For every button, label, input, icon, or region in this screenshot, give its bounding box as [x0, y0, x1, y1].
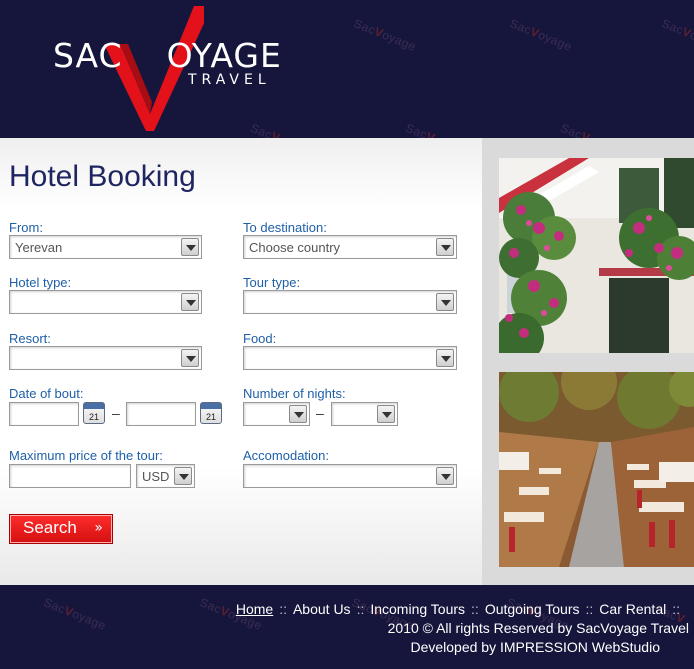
resort-select[interactable] [9, 346, 202, 370]
watermark-logo: SacV [558, 120, 593, 138]
hotel-type-select[interactable] [9, 290, 202, 314]
page-title: Hotel Booking [9, 160, 196, 193]
search-button-label: Search [23, 518, 77, 537]
nav-separator: :: [279, 601, 287, 617]
from-select[interactable]: Yerevan [9, 235, 202, 259]
chevron-down-icon[interactable] [181, 238, 199, 256]
logo-tagline: TRAVEL [188, 72, 271, 88]
resort-label: Resort: [9, 331, 51, 346]
nav-separator: :: [585, 601, 594, 617]
date-of-bout-label: Date of bout: [9, 386, 84, 401]
to-destination-select[interactable]: Choose country [243, 235, 457, 259]
from-label: From: [9, 220, 43, 235]
logo-wordmark: SAC OYAGE [53, 36, 282, 75]
watermark-logo: SacVoyage [351, 16, 419, 54]
copyright-text: 2010 © All rights Reserved by SacVoyage … [387, 620, 689, 636]
site-footer: SacVoyage SacVoyage SacVoyage SacVoyage … [0, 585, 694, 669]
calendar-icon[interactable]: 21 [83, 402, 105, 424]
watermark-logo: SacVoyage [41, 595, 109, 633]
booking-section: Hotel Booking From: Yerevan To destinati… [0, 138, 694, 585]
nav-separator: :: [672, 601, 680, 617]
chevron-down-icon[interactable] [436, 293, 454, 311]
to-destination-select-value: Choose country [249, 240, 341, 255]
nights-to-select[interactable] [331, 402, 398, 426]
chevron-down-icon[interactable] [181, 349, 199, 367]
footer-link-home[interactable]: Home [236, 601, 273, 617]
accomodation-select[interactable] [243, 464, 457, 488]
site-logo[interactable]: SAC OYAGE TRAVEL [50, 6, 282, 131]
footer-link-car-rental[interactable]: Car Rental [599, 601, 666, 617]
tour-type-label: Tour type: [243, 275, 301, 290]
footer-nav: Home:: About Us:: Incoming Tours:: Outgoing… [236, 601, 686, 617]
footer-link-about-us[interactable]: About Us [293, 601, 351, 617]
date-range-dash: – [112, 405, 120, 421]
watermark-logo: SacVoyage [659, 16, 694, 54]
food-label: Food: [243, 331, 277, 346]
chevron-down-icon[interactable] [436, 467, 454, 485]
hotel-photo-villa [499, 158, 694, 353]
chevron-down-icon[interactable] [174, 467, 192, 485]
hotel-booking-form: Hotel Booking From: Yerevan To destinati… [0, 138, 482, 585]
tour-type-select[interactable] [243, 290, 457, 314]
nav-separator: :: [356, 601, 365, 617]
watermark-logo: SacVoyage [507, 16, 575, 54]
to-destination-label: To destination: [243, 220, 327, 235]
nights-range-dash: – [316, 405, 324, 421]
max-price-label: Maximum price of the tour: [9, 448, 163, 463]
nav-separator: :: [471, 601, 479, 617]
site-header: SacVoyage SacVoyage SacVoyage SacV SacV … [0, 0, 694, 138]
date-to-input[interactable] [126, 402, 196, 426]
currency-select-value: USD [142, 469, 170, 484]
calendar-icon[interactable]: 21 [200, 402, 222, 424]
footer-link-incoming-tours[interactable]: Incoming Tours [370, 601, 465, 617]
chevron-down-icon[interactable] [377, 405, 395, 423]
accomodation-label: Accomodation: [243, 448, 329, 463]
chevron-down-icon[interactable] [289, 405, 307, 423]
nights-from-select[interactable] [243, 402, 310, 426]
hotel-photo-street [499, 372, 694, 567]
double-chevron-right-icon: » [94, 520, 103, 536]
chevron-down-icon[interactable] [436, 349, 454, 367]
chevron-down-icon[interactable] [436, 238, 454, 256]
developer-credit: Developed by IMPRESSION WebStudio [410, 639, 660, 655]
search-button[interactable]: Search » [9, 514, 113, 544]
from-select-value: Yerevan [15, 240, 63, 255]
number-of-nights-label: Number of nights: [243, 386, 346, 401]
hotel-type-label: Hotel type: [9, 275, 72, 290]
chevron-down-icon[interactable] [181, 293, 199, 311]
currency-select[interactable]: USD [136, 464, 195, 488]
footer-link-outgoing-tours[interactable]: Outgoing Tours [485, 601, 580, 617]
watermark-logo: SacV [403, 120, 438, 138]
food-select[interactable] [243, 346, 457, 370]
max-price-input[interactable] [9, 464, 131, 488]
date-from-input[interactable] [9, 402, 79, 426]
